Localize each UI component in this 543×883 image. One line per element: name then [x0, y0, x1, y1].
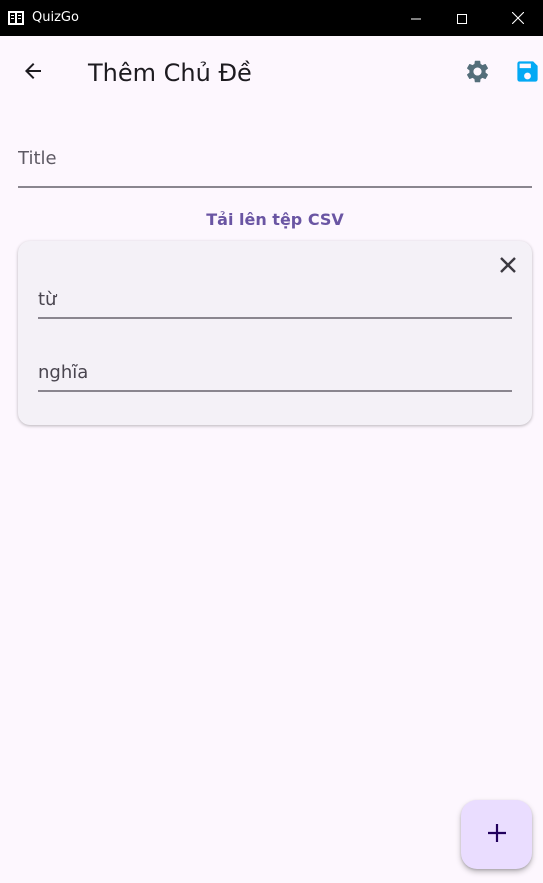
term-field[interactable] [38, 281, 512, 319]
upload-csv-button[interactable]: Tải lên tệp CSV [0, 210, 543, 229]
floppy-disk-icon [514, 58, 541, 89]
title-field[interactable] [18, 136, 532, 188]
window-title: QuizGo [32, 10, 79, 25]
term-input[interactable] [38, 285, 512, 313]
page-title: Thêm Chủ Đề [88, 59, 252, 87]
settings-button[interactable] [460, 56, 494, 90]
back-button[interactable] [12, 52, 54, 94]
maximize-button[interactable] [439, 0, 485, 36]
plus-icon [487, 823, 507, 847]
gear-icon [464, 58, 491, 89]
window-titlebar: QuizGo [0, 0, 543, 36]
remove-card-button[interactable] [494, 253, 522, 281]
minimize-button[interactable] [393, 0, 439, 36]
close-icon [499, 256, 517, 278]
close-icon [511, 9, 525, 28]
title-input[interactable] [18, 144, 532, 172]
meaning-field[interactable] [38, 354, 512, 392]
save-button[interactable] [510, 56, 543, 90]
add-card-button[interactable] [461, 800, 532, 869]
minimize-icon [411, 9, 421, 28]
meaning-input[interactable] [38, 358, 512, 386]
arrow-back-icon [21, 59, 45, 87]
flashcard-card [18, 241, 532, 425]
window-close-button[interactable] [495, 0, 541, 36]
maximize-icon [457, 9, 467, 28]
app-bar: Thêm Chủ Đề [0, 36, 543, 110]
app-icon [8, 10, 24, 25]
